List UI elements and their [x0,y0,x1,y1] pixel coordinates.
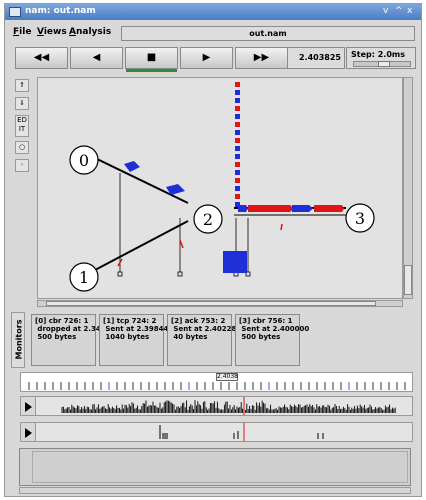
horizontal-scroll-thumb[interactable] [46,301,376,306]
app-icon [9,7,21,17]
timeline-marker[interactable]: 2.4038 [216,373,238,381]
network-topology: 0 1 2 3 [69,82,375,292]
menu-analysis[interactable]: Analysis [69,27,111,37]
circle-icon[interactable]: ◦ [15,159,29,172]
menu-bar: File Views Analysis out.nam [7,24,419,42]
monitor-0[interactable]: [0] cbr 726: 1 dropped at 2.347 500 byte… [31,314,106,366]
close-icon[interactable]: x [407,6,412,16]
playback-toolbar: ◀◀ ◀ ■ ▶ ▶▶ 2.403825 Step: 2.0ms [7,45,419,73]
dropped-packet-block [223,251,247,273]
bottom-scrollbar[interactable] [19,487,411,494]
minimize-icon[interactable]: v [383,6,388,16]
edit-icon[interactable]: ED IT [15,115,29,137]
expand-arrow-icon[interactable] [25,428,32,438]
svg-text:3: 3 [355,209,365,228]
trace-row-activity[interactable] [20,396,413,416]
canvas-vertical-scrollbar[interactable] [403,77,413,299]
drops-bars [159,423,324,441]
packet-link-0-2-a [124,161,140,172]
activity-bars [61,397,396,415]
left-toolbar: ⇑ ⇓ ED IT ○ ◦ [15,79,29,304]
queued-packets-vertical [235,82,240,207]
drops-graph [35,423,412,441]
network-canvas[interactable]: 0 1 2 3 [37,77,403,299]
step-back-button[interactable]: ◀ [70,47,123,69]
node-3[interactable]: 3 [345,203,375,233]
packets-link-2-3 [238,205,344,212]
node-0[interactable]: 0 [69,145,99,175]
dropped-packet-b [179,239,184,249]
menu-file[interactable]: File [13,27,31,37]
svg-text:1: 1 [79,268,89,287]
timeline-slider[interactable]: 2.4038 [20,372,413,392]
monitor-1[interactable]: [1] tcp 724: 2 Sent at 2.398440 1040 byt… [99,314,173,366]
trace-row-drops[interactable] [20,422,413,442]
title-bar[interactable]: nam: out.nam v ^ x [5,4,421,20]
step-control: Step: 2.0ms [346,47,416,69]
dropped-packet-c [280,223,283,231]
step-slider-knob[interactable] [378,61,390,67]
stop-button[interactable]: ■ [125,47,178,72]
expand-arrow-icon[interactable] [25,402,32,412]
node-2[interactable]: 2 [193,204,223,234]
queue-box-1 [177,271,183,277]
activity-graph [35,397,412,415]
queue-box-0 [117,271,123,277]
play-button[interactable]: ▶ [180,47,233,69]
link-0-2 [94,157,189,204]
svg-text:0: 0 [79,151,89,170]
fast-forward-button[interactable]: ▶▶ [235,47,288,69]
monitors-label: Monitors [11,312,25,368]
bottom-panel-area [32,451,408,483]
monitor-2[interactable]: [2] ack 753: 2 Sent at 2.402280 40 bytes [167,314,241,366]
rewind-button[interactable]: ◀◀ [15,47,68,69]
menu-views[interactable]: Views [37,27,67,37]
nam-window: nam: out.nam v ^ x File Views Analysis o… [4,3,422,497]
link-1-2 [94,220,189,271]
record-icon[interactable]: ○ [15,141,29,154]
monitor-3[interactable]: [3] cbr 756: 1 Sent at 2.400000 500 byte… [235,314,309,366]
zoom-in-icon[interactable]: ⇑ [15,79,29,92]
time-display: 2.403825 [287,47,345,69]
vertical-scroll-thumb[interactable] [404,265,412,295]
monitors-panel: Monitors [0] cbr 726: 1 dropped at 2.347… [11,312,415,368]
window-title: nam: out.nam [25,6,96,16]
node-1[interactable]: 1 [69,262,99,292]
filename-display: out.nam [121,26,415,41]
maximize-icon[interactable]: ^ [395,6,403,16]
zoom-out-icon[interactable]: ⇓ [15,97,29,110]
bottom-panel [19,448,411,486]
step-slider[interactable] [353,61,411,67]
svg-text:2: 2 [203,210,213,229]
step-label: Step: 2.0ms [351,50,405,59]
canvas-horizontal-scrollbar[interactable] [37,300,403,307]
